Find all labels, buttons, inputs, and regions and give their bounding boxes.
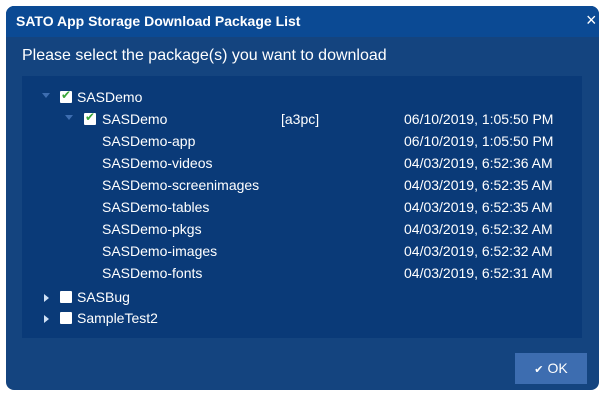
tree-item-date: 06/10/2019, 1:05:50 PM	[404, 133, 554, 149]
dialog-titlebar: SATO App Storage Download Package List ×	[6, 6, 599, 37]
expand-arrow-icon[interactable]	[42, 93, 50, 98]
tree-item-label: SASDemo-fonts	[102, 265, 203, 281]
tree-item[interactable]: SASDemo-app 06/10/2019, 1:05:50 PM	[22, 132, 582, 152]
tree-item-date: 04/03/2019, 6:52:31 AM	[404, 265, 553, 281]
tree-item-label: SASDemo-screenimages	[102, 177, 260, 193]
tree-item-label: SASDemo-app	[102, 133, 196, 149]
tree-item-date: 04/03/2019, 6:52:35 AM	[404, 177, 553, 193]
package-date: 06/10/2019, 1:05:50 PM	[404, 111, 554, 127]
ok-button[interactable]: ✔ OK	[515, 353, 587, 384]
expand-arrow-icon[interactable]	[65, 115, 73, 120]
collapse-arrow-icon[interactable]	[44, 294, 49, 302]
ok-label: OK	[547, 360, 568, 376]
root-checkbox[interactable]	[60, 291, 72, 303]
dialog-footer	[6, 341, 599, 390]
tree-node-label: SASDemo	[77, 89, 143, 105]
tree-node-label: SASDemo	[102, 111, 168, 127]
tree-item-date: 04/03/2019, 6:52:36 AM	[404, 155, 553, 171]
tree-item[interactable]: SASDemo-fonts 04/03/2019, 6:52:31 AM	[22, 264, 582, 284]
close-icon[interactable]: ×	[586, 10, 597, 30]
tree-package-sasdemo[interactable]: SASDemo [a3pc] 06/10/2019, 1:05:50 PM	[22, 110, 582, 130]
dialog-title: SATO App Storage Download Package List	[16, 13, 301, 29]
package-tree: SASDemo SASDemo [a3pc] 06/10/2019, 1:05:…	[22, 76, 582, 338]
root-checkbox[interactable]	[60, 312, 72, 324]
tree-node-label: SampleTest2	[77, 310, 158, 326]
tree-item[interactable]: SASDemo-pkgs 04/03/2019, 6:52:32 AM	[22, 220, 582, 240]
tree-item-label: SASDemo-videos	[102, 155, 213, 171]
tree-item-date: 04/03/2019, 6:52:35 AM	[404, 199, 553, 215]
package-checkbox[interactable]	[84, 110, 96, 125]
tree-item-label: SASDemo-tables	[102, 199, 210, 215]
tree-item[interactable]: SASDemo-screenimages 04/03/2019, 6:52:35…	[22, 176, 582, 196]
root-checkbox[interactable]	[60, 88, 72, 103]
tree-item-date: 04/03/2019, 6:52:32 AM	[404, 221, 553, 237]
check-icon: ✔	[534, 363, 544, 376]
package-tag: [a3pc]	[281, 111, 320, 127]
tree-root-sampletest2[interactable]: SampleTest2	[22, 309, 582, 329]
tree-item[interactable]: SASDemo-tables 04/03/2019, 6:52:35 AM	[22, 198, 582, 218]
dialog-subtitle: Please select the package(s) you want to…	[22, 47, 387, 64]
tree-root-sasdemo[interactable]: SASDemo	[22, 88, 582, 108]
tree-item[interactable]: SASDemo-images 04/03/2019, 6:52:32 AM	[22, 242, 582, 262]
tree-node-label: SASBug	[77, 289, 130, 305]
tree-item-label: SASDemo-pkgs	[102, 221, 202, 237]
tree-item-label: SASDemo-images	[102, 243, 218, 259]
tree-item[interactable]: SASDemo-videos 04/03/2019, 6:52:36 AM	[22, 154, 582, 174]
tree-item-date: 04/03/2019, 6:52:32 AM	[404, 243, 553, 259]
download-package-dialog: SATO App Storage Download Package List ×…	[6, 6, 599, 390]
tree-root-sasbug[interactable]: SASBug	[22, 288, 582, 308]
collapse-arrow-icon[interactable]	[44, 315, 49, 323]
